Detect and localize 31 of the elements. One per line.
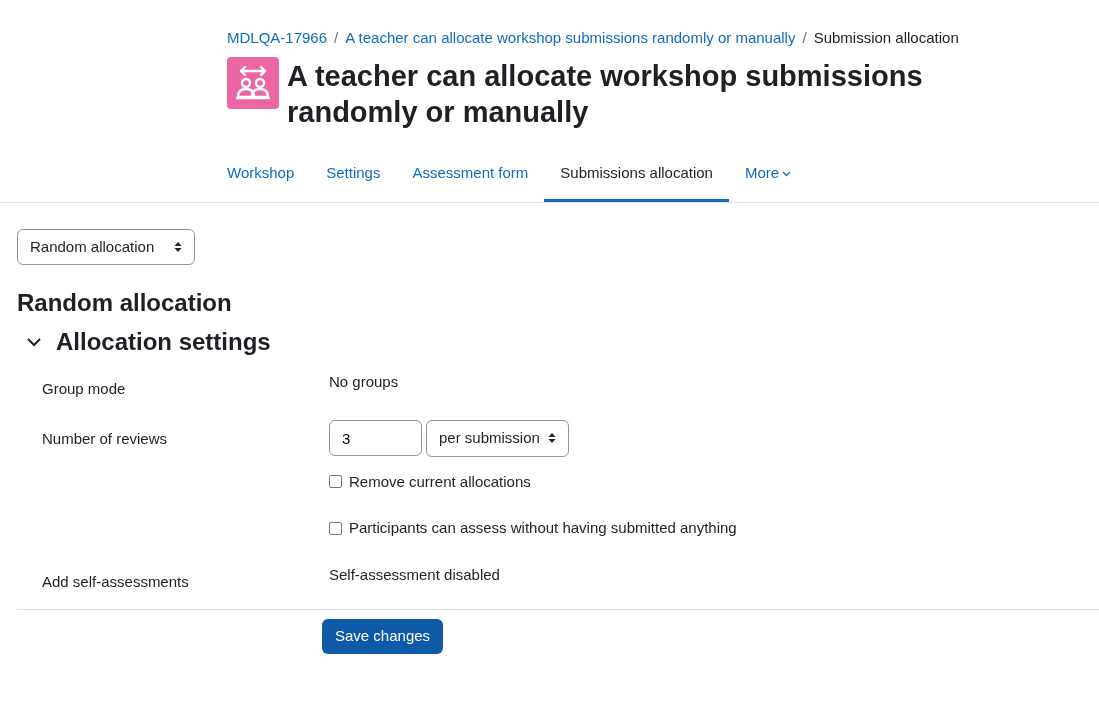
breadcrumb-link[interactable]: MDLQA-17966 [227,29,328,46]
number-input[interactable]: 3 [329,420,422,457]
breadcrumb-link[interactable]: A teacher can allocate workshop submissions randomly or manually [345,29,796,46]
field-label: Group mode [42,378,126,399]
caret-icon [782,171,792,178]
sort-arrows-icon [174,240,183,253]
nav-tab[interactable]: Settings [310,149,397,202]
checkbox-label: Participants can assess without having submitted anything [349,518,737,539]
field-value: No groups [329,371,399,392]
section-heading: Random allocation [17,289,233,318]
field-value: Self-assessment disabled [329,564,500,585]
collapse-icon[interactable] [26,337,42,348]
field-label: Add self-assessments [42,571,189,592]
checkbox[interactable] [329,475,342,489]
checkbox[interactable] [329,521,342,535]
nav-tab[interactable]: Assessment form [396,149,545,202]
page-title: A teacher can allocate workshop submissions randomly or manually [287,59,924,130]
more-menu[interactable]: More [728,149,808,202]
sort-arrows-icon [547,432,556,445]
section-title: Allocation settings [56,327,271,357]
method-select[interactable]: Random allocation [17,228,196,265]
breadcrumb-separator: / [802,29,807,46]
nav-tab[interactable]: Workshop [211,149,311,202]
unit-select[interactable]: per submission [426,420,569,457]
field-label: Number of reviews [42,429,168,450]
breadcrumb-separator: / [334,29,339,46]
workshop-icon [227,57,279,109]
save-button[interactable]: Save changes [322,619,444,654]
breadcrumb-current: Submission allocation [813,29,959,46]
checkbox-label: Remove current allocations [349,471,531,492]
nav-tab[interactable]: Submissions allocation [544,149,729,202]
